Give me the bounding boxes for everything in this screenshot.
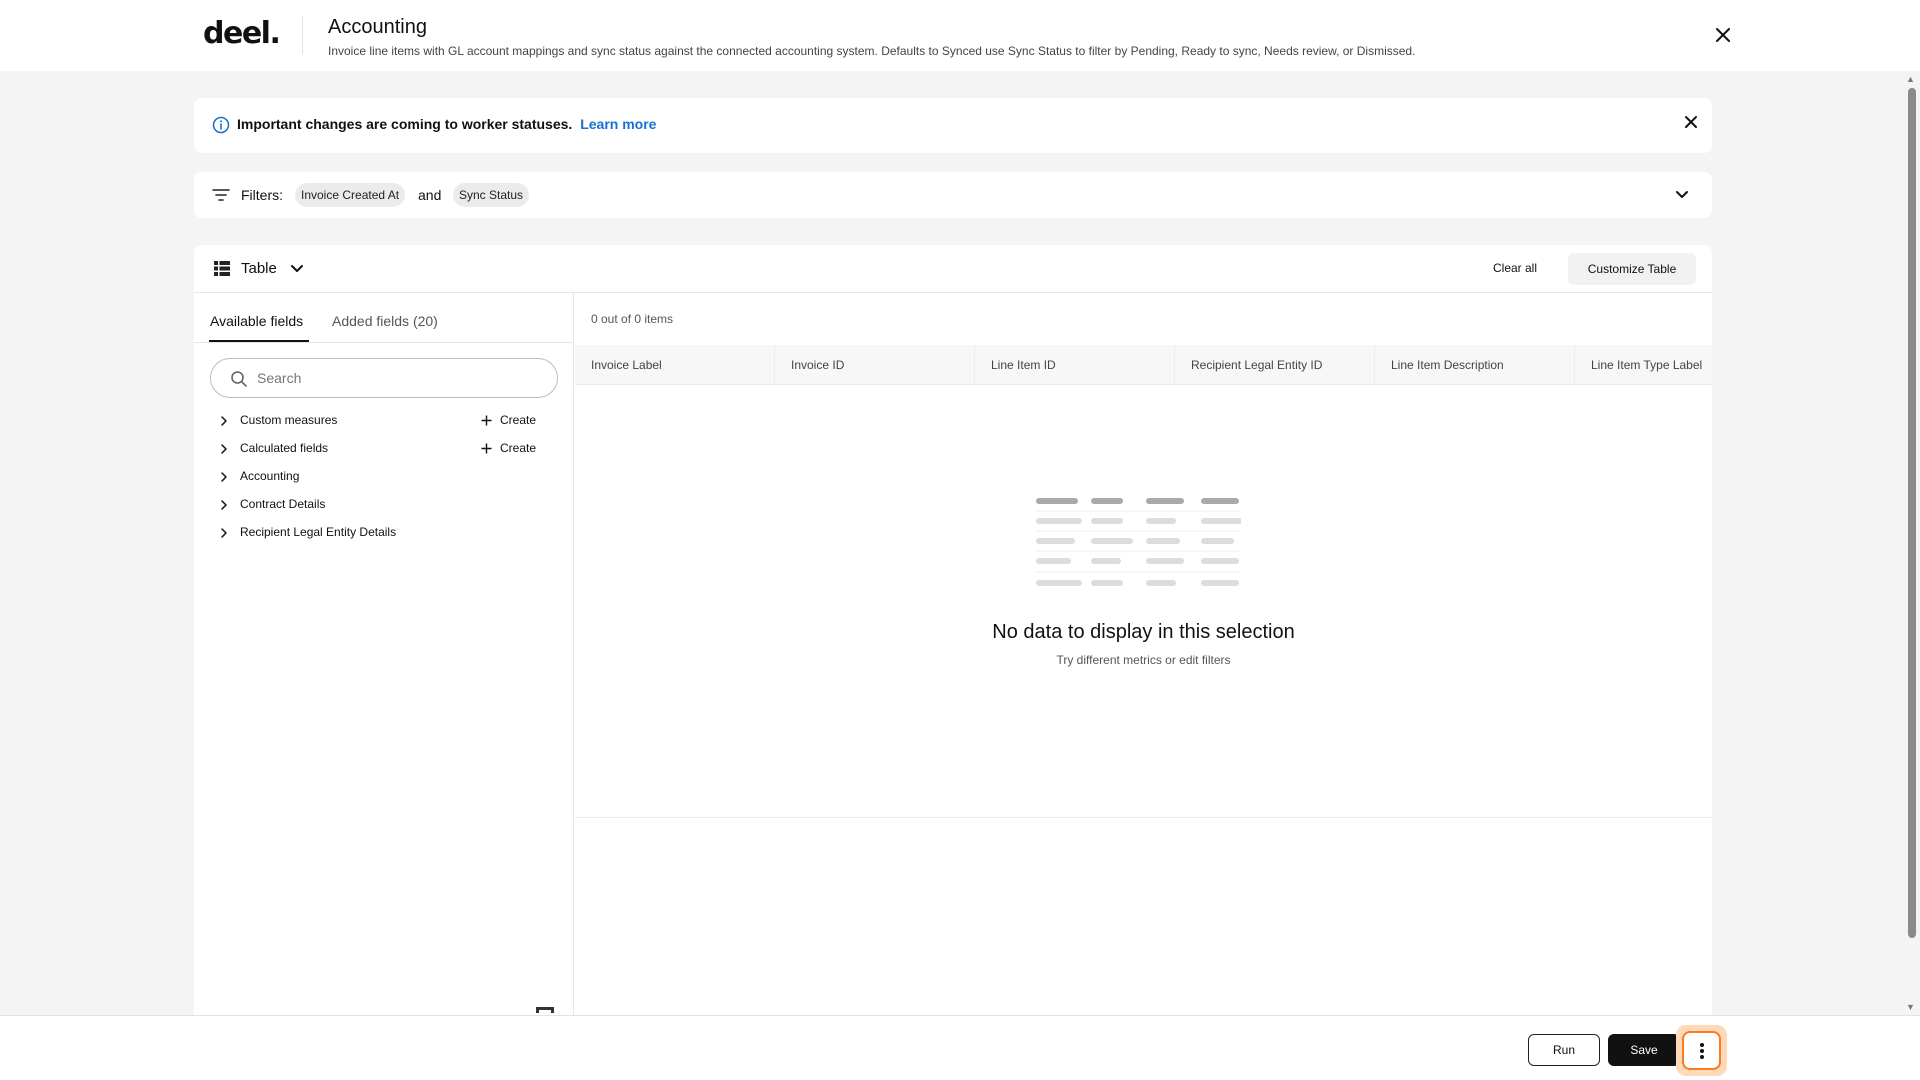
chevron-down-icon: [291, 265, 303, 272]
fields-search-input[interactable]: [257, 367, 547, 389]
active-tab-indicator: [209, 340, 309, 342]
filter-icon: [212, 189, 230, 201]
banner-text: Important changes are coming to worker s…: [237, 116, 573, 132]
report-builder: Table Clear all Customize Table Availabl…: [194, 245, 1712, 1025]
empty-table-illustration: [1036, 498, 1241, 586]
header-divider: [302, 16, 303, 54]
tree-item-label[interactable]: Recipient Legal Entity Details: [240, 525, 396, 539]
tab-available-fields[interactable]: Available fields: [210, 313, 303, 329]
plus-icon: [481, 415, 492, 425]
app-header: deel. Accounting Invoice line items with…: [0, 0, 1920, 71]
tree-item-label[interactable]: Contract Details: [240, 497, 325, 511]
page-title: Accounting: [328, 16, 427, 38]
empty-state-title: No data to display in this selection: [992, 621, 1295, 643]
chevron-right-icon[interactable]: [218, 471, 230, 483]
close-report-button[interactable]: [1710, 22, 1736, 48]
tree-item-contract-details: Contract Details: [210, 494, 558, 516]
dismiss-banner-button[interactable]: [1684, 115, 1698, 134]
chevron-down-icon: [1676, 191, 1688, 198]
column-header-recipient-legal-entity-id[interactable]: Recipient Legal Entity ID: [1175, 345, 1375, 384]
tree-item-custom-measures: Custom measures Create: [210, 410, 558, 432]
table-body: No data to display in this selection Try…: [575, 385, 1712, 818]
filters-bar: Filters: Invoice Created At and Sync Sta…: [194, 172, 1712, 218]
search-icon: [231, 371, 247, 387]
close-icon: [1716, 28, 1730, 42]
learn-more-link[interactable]: Learn more: [580, 116, 656, 132]
tree-item-label[interactable]: Accounting: [240, 469, 299, 483]
tree-item-recipient-legal-entity-details: Recipient Legal Entity Details: [210, 522, 558, 544]
fields-search: [210, 358, 558, 398]
page-subtitle: Invoice line items with GL account mappi…: [328, 44, 1416, 58]
column-header-line-item-description[interactable]: Line Item Description: [1375, 345, 1575, 384]
create-calculated-field-button[interactable]: Create: [481, 441, 536, 455]
customize-table-button[interactable]: Customize Table: [1568, 253, 1696, 285]
tree-item-accounting: Accounting: [210, 466, 558, 488]
fields-panel: Available fields Added fields (20) Custo…: [194, 293, 574, 1025]
tab-added-fields[interactable]: Added fields (20): [332, 313, 438, 329]
create-label: Create: [500, 441, 537, 455]
banner-message: Important changes are coming to worker s…: [237, 116, 656, 132]
view-type-label: Table: [241, 260, 277, 277]
empty-state-subtitle: Try different metrics or edit filters: [1056, 653, 1231, 667]
tree-item-label[interactable]: Custom measures: [240, 413, 337, 427]
results-panel: 0 out of 0 items Invoice Label Invoice I…: [575, 293, 1712, 1025]
save-button[interactable]: Save: [1608, 1034, 1680, 1066]
chevron-right-icon[interactable]: [218, 415, 230, 427]
table-header: Invoice Label Invoice ID Line Item ID Re…: [575, 345, 1712, 385]
filters-connector: and: [418, 187, 442, 203]
scroll-down-arrow-icon[interactable]: ▼: [1906, 1002, 1915, 1012]
expand-filters-button[interactable]: [1674, 186, 1690, 207]
page-scrollbar-thumb[interactable]: [1908, 88, 1916, 938]
tree-item-label[interactable]: Calculated fields: [240, 441, 328, 455]
info-icon: [212, 116, 230, 134]
close-icon: [1685, 116, 1697, 128]
create-custom-measure-button[interactable]: Create: [481, 413, 536, 427]
filter-chip-invoice-created-at[interactable]: Invoice Created At: [295, 183, 406, 207]
chevron-right-icon[interactable]: [218, 443, 230, 455]
filters-label: Filters:: [241, 187, 283, 203]
panel-resize-handle[interactable]: [536, 1007, 554, 1013]
column-header-invoice-id[interactable]: Invoice ID: [775, 345, 975, 384]
fields-tabs: Available fields Added fields (20): [194, 293, 574, 343]
plus-icon: [481, 443, 492, 453]
chevron-right-icon[interactable]: [218, 527, 230, 539]
filter-chip-sync-status[interactable]: Sync Status: [453, 183, 530, 207]
column-header-line-item-type-label[interactable]: Line Item Type Label: [1575, 345, 1712, 384]
run-button[interactable]: Run: [1528, 1034, 1600, 1066]
create-label: Create: [500, 413, 537, 427]
deel-logo[interactable]: deel.: [203, 16, 281, 51]
table-icon: [214, 261, 230, 276]
column-header-line-item-id[interactable]: Line Item ID: [975, 345, 1175, 384]
items-count: 0 out of 0 items: [591, 312, 674, 326]
info-banner: Important changes are coming to worker s…: [194, 98, 1712, 153]
clear-all-button[interactable]: Clear all: [1493, 261, 1537, 275]
chevron-right-icon[interactable]: [218, 499, 230, 511]
more-options-button[interactable]: [1682, 1031, 1721, 1070]
scroll-up-arrow-icon[interactable]: ▲: [1906, 74, 1915, 84]
report-toolbar: Table Clear all Customize Table: [194, 245, 1712, 293]
action-footer: Run Save: [0, 1015, 1920, 1080]
more-vertical-icon: [1699, 1042, 1704, 1059]
column-header-invoice-label[interactable]: Invoice Label: [575, 345, 775, 384]
tree-item-calculated-fields: Calculated fields Create: [210, 438, 558, 460]
